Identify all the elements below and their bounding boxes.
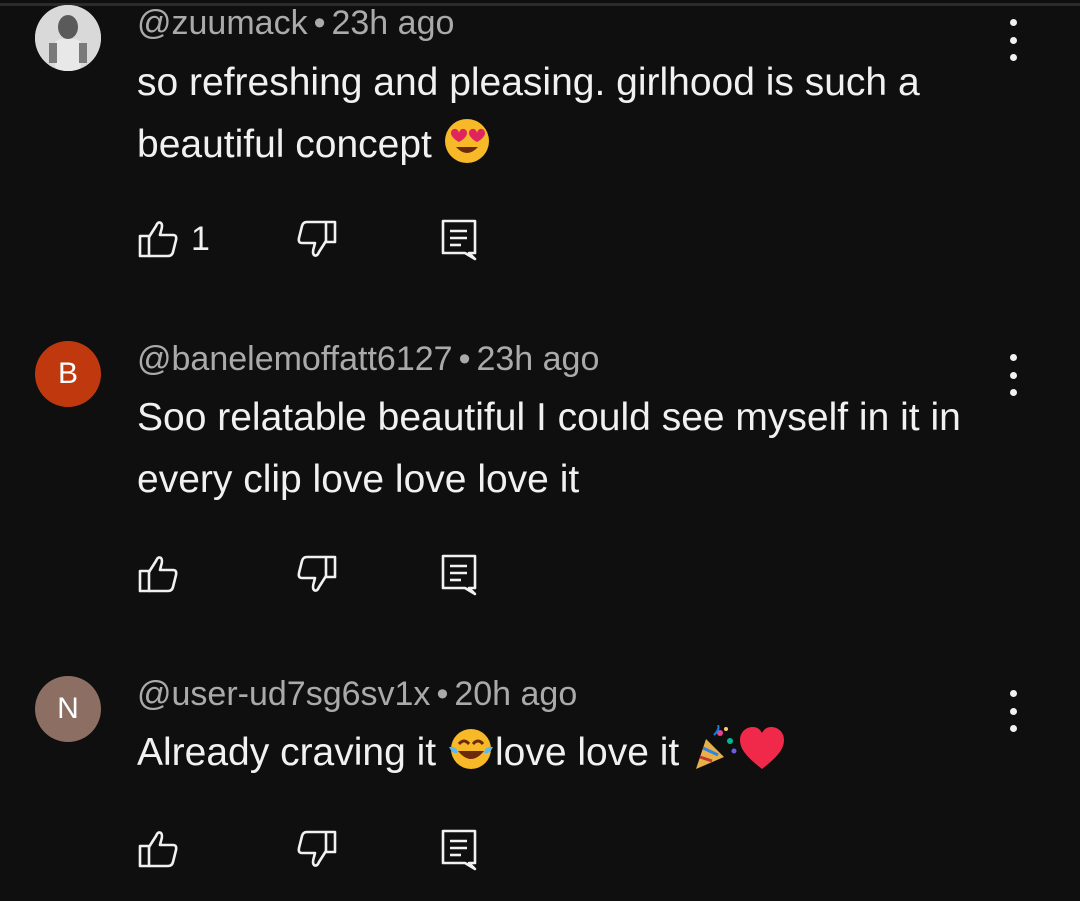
comment-time: 23h ago xyxy=(476,340,600,378)
avatar-letter: N xyxy=(57,692,79,725)
reply-button[interactable] xyxy=(437,550,481,598)
tears-of-joy-emoji-icon xyxy=(448,729,493,769)
comment-meta: @banelemoffatt6127 • 23h ago xyxy=(137,340,599,379)
like-button[interactable] xyxy=(137,550,181,598)
comment-actions: 1 xyxy=(137,215,497,263)
thumbs-down-icon xyxy=(297,220,337,257)
dot-icon xyxy=(1009,371,1017,379)
dot-icon xyxy=(1009,690,1017,697)
reply-button[interactable] xyxy=(437,825,481,873)
dot-icon xyxy=(1009,36,1017,44)
comment-text: Already craving it love love it xyxy=(137,722,997,784)
red-heart-emoji-icon xyxy=(740,727,785,769)
comment-meta: @zuumack • 23h ago xyxy=(137,4,454,43)
comment-actions xyxy=(137,825,497,873)
reply-icon xyxy=(441,219,477,261)
comment-text: Soo relatable beautiful I could see myse… xyxy=(137,387,997,511)
like-count: 1 xyxy=(191,219,210,258)
meta-separator: • xyxy=(436,675,449,713)
thumbs-up-icon xyxy=(138,221,178,258)
reply-icon xyxy=(441,554,477,596)
dot-icon xyxy=(1009,725,1017,732)
more-options-button[interactable] xyxy=(1000,686,1026,736)
comment-text-part: Already craving it xyxy=(137,731,447,774)
dot-icon xyxy=(1009,707,1017,715)
thumbs-up-icon xyxy=(138,831,178,868)
dislike-button[interactable] xyxy=(294,825,338,873)
reply-button[interactable] xyxy=(437,215,481,263)
meta-separator: • xyxy=(458,340,471,378)
dislike-button[interactable] xyxy=(294,215,338,263)
comment-text: so refreshing and pleasing. girlhood is … xyxy=(137,52,997,176)
like-button[interactable]: 1 xyxy=(137,215,210,263)
comment-time: 23h ago xyxy=(331,4,455,42)
comment-actions xyxy=(137,550,497,598)
comment-time: 20h ago xyxy=(454,675,578,713)
comment-meta: @user-ud7sg6sv1x • 20h ago xyxy=(137,675,577,714)
comment-author[interactable]: @banelemoffatt6127 xyxy=(137,340,453,378)
thumbs-down-icon xyxy=(297,555,337,592)
comment-text-part: Soo relatable beautiful I could see myse… xyxy=(137,396,961,501)
heart-eyes-emoji-icon xyxy=(444,119,489,163)
comment-text-part: so refreshing and pleasing. girlhood is … xyxy=(137,61,920,166)
avatar[interactable] xyxy=(35,5,101,71)
reply-icon xyxy=(441,829,477,871)
avatar-letter: B xyxy=(57,357,78,390)
more-options-button[interactable] xyxy=(1000,15,1026,65)
comment-author[interactable]: @user-ud7sg6sv1x xyxy=(137,675,430,713)
dot-icon xyxy=(1009,54,1017,61)
dot-icon xyxy=(1009,389,1017,396)
comment-author[interactable]: @zuumack xyxy=(137,4,308,42)
thumbs-up-icon xyxy=(138,556,178,593)
dot-icon xyxy=(1009,354,1017,361)
avatar[interactable]: N xyxy=(35,676,101,742)
comment-text-part: love love it xyxy=(494,731,691,774)
more-options-button[interactable] xyxy=(1000,350,1026,400)
dislike-button[interactable] xyxy=(294,550,338,598)
thumbs-down-icon xyxy=(297,830,337,867)
party-popper-emoji-icon xyxy=(696,725,737,769)
user-photo-icon xyxy=(35,5,101,71)
avatar[interactable]: B xyxy=(35,341,101,407)
like-button[interactable] xyxy=(137,825,181,873)
meta-separator: • xyxy=(313,4,326,42)
dot-icon xyxy=(1009,19,1017,26)
